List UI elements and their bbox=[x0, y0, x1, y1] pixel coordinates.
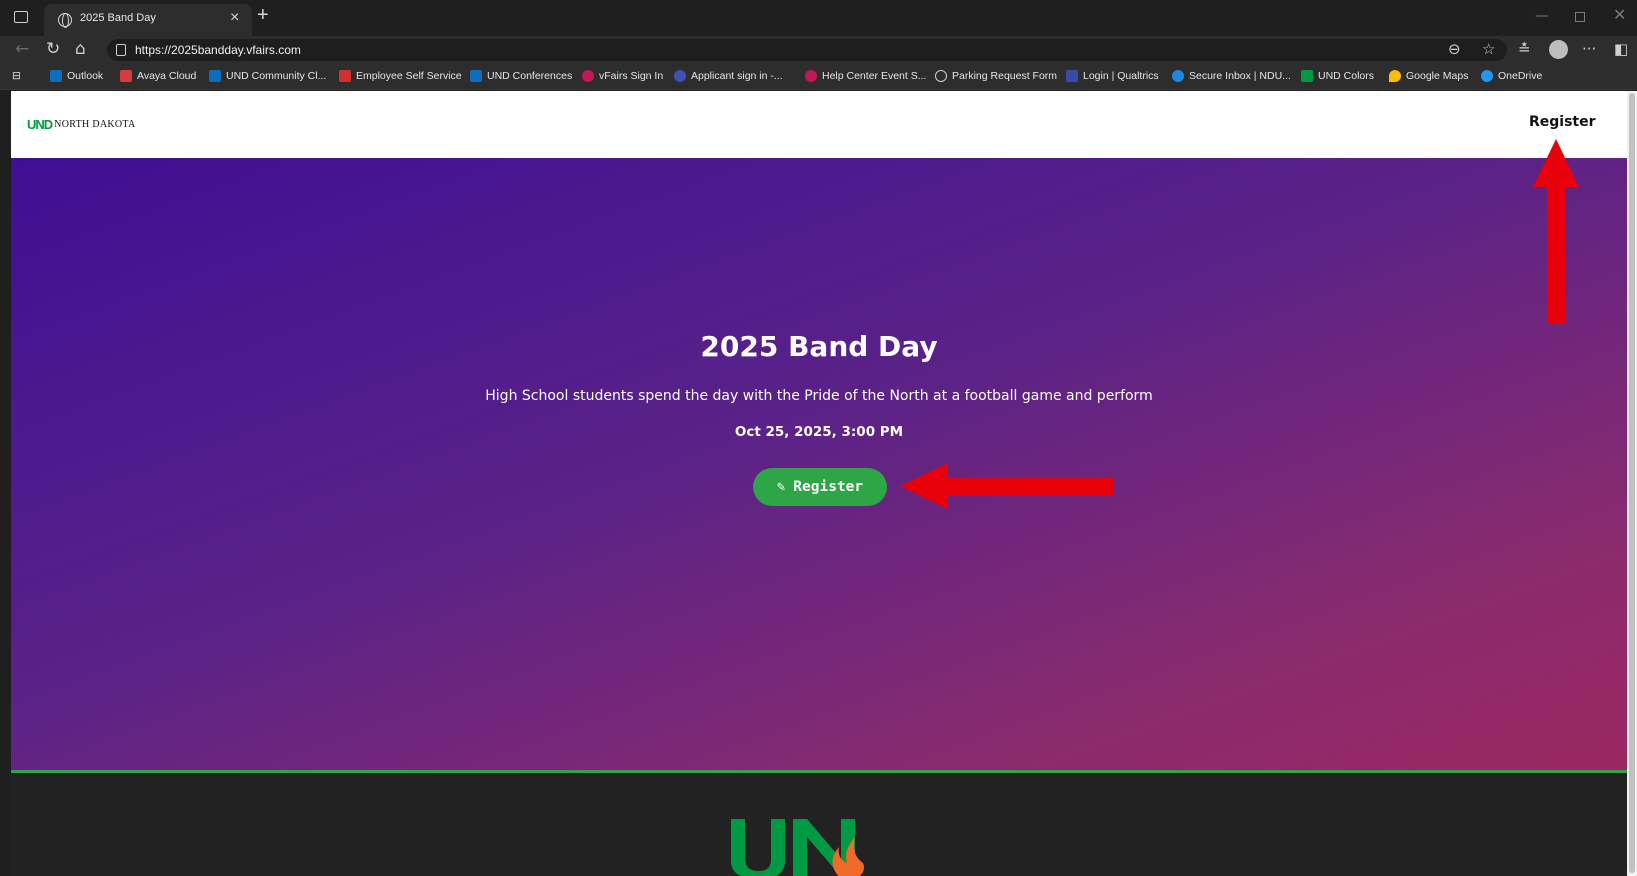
bookmark-outlook[interactable]: Outlook bbox=[50, 70, 103, 82]
web-page: UND NORTH DAKOTA Register 2025 Band Day … bbox=[11, 91, 1627, 876]
tab-title: 2025 Band Day bbox=[80, 12, 156, 24]
bookmark-applicant-sign-in[interactable]: Applicant sign in -... bbox=[674, 70, 783, 82]
more-options-icon[interactable]: ⊖ bbox=[1448, 40, 1461, 58]
maximize-icon[interactable] bbox=[1575, 12, 1585, 22]
logo-mark: UND bbox=[27, 117, 53, 132]
bookmark-parking-request[interactable]: Parking Request Form bbox=[935, 70, 1057, 82]
close-tab-icon[interactable]: × bbox=[230, 9, 239, 27]
window-close-icon[interactable]: ✕ bbox=[1613, 5, 1626, 25]
bookmark-secure-inbox[interactable]: Secure Inbox | NDU... bbox=[1172, 70, 1291, 82]
event-description: High School students spend the day with … bbox=[485, 388, 1153, 404]
url-bar[interactable]: https://2025bandday.vfairs.com bbox=[107, 39, 1507, 61]
browser-tab-active[interactable]: 2025 Band Day × bbox=[44, 4, 252, 36]
minimize-icon[interactable]: — bbox=[1535, 8, 1549, 24]
globe-icon bbox=[58, 13, 72, 28]
reading-list-icon[interactable]: ⊟ bbox=[12, 70, 21, 82]
hero-register-button[interactable]: ✎ Register bbox=[753, 468, 887, 506]
bookmark-help-center[interactable]: Help Center Event S... bbox=[805, 70, 926, 82]
browser-tab-bar: 2025 Band Day × + — ✕ bbox=[0, 0, 1637, 36]
tab-actions-icon[interactable] bbox=[14, 11, 28, 23]
page-scrollbar[interactable] bbox=[1627, 91, 1637, 876]
bookmark-und-colors[interactable]: UND Colors bbox=[1301, 70, 1374, 82]
bookmark-vfairs-sign-in[interactable]: vFairs Sign In bbox=[582, 70, 663, 82]
bookmark-employee-self-service[interactable]: Employee Self Service bbox=[339, 70, 462, 82]
logo-text: NORTH DAKOTA bbox=[54, 119, 136, 130]
hero-banner: 2025 Band Day High School students spend… bbox=[11, 158, 1627, 770]
bookmark-qualtrics[interactable]: Login | Qualtrics bbox=[1066, 70, 1159, 82]
pencil-icon: ✎ bbox=[776, 479, 786, 495]
hero-register-label: Register bbox=[793, 479, 864, 495]
und-footer-logo bbox=[731, 819, 864, 876]
site-header: UND NORTH DAKOTA Register bbox=[11, 91, 1627, 158]
und-logo[interactable]: UND NORTH DAKOTA bbox=[27, 117, 136, 132]
url-text: https://2025bandday.vfairs.com bbox=[135, 43, 301, 57]
header-register-link[interactable]: Register bbox=[1529, 114, 1596, 130]
address-toolbar: ← ↻ ⌂ https://2025bandday.vfairs.com ⊖ ☆… bbox=[0, 36, 1637, 64]
sidebar-icon[interactable]: ◧ bbox=[1614, 40, 1628, 58]
new-tab-button[interactable]: + bbox=[257, 4, 269, 27]
event-date: Oct 25, 2025, 3:00 PM bbox=[734, 424, 904, 440]
annotation-arrow-up bbox=[1533, 139, 1579, 323]
refresh-icon[interactable]: ↻ bbox=[46, 39, 60, 59]
home-icon[interactable]: ⌂ bbox=[75, 39, 86, 59]
event-title: 2025 Band Day bbox=[700, 330, 938, 363]
scrollbar-thumb[interactable] bbox=[1629, 93, 1635, 873]
bookmark-onedrive[interactable]: OneDrive bbox=[1481, 70, 1542, 82]
bookmark-google-maps[interactable]: Google Maps bbox=[1389, 70, 1468, 82]
settings-more-icon[interactable]: ··· bbox=[1582, 40, 1596, 58]
bookmark-avaya-cloud[interactable]: Avaya Cloud bbox=[120, 70, 196, 82]
profile-avatar[interactable] bbox=[1549, 40, 1568, 59]
bookmark-und-conferences[interactable]: UND Conferences bbox=[470, 70, 572, 82]
annotation-arrow-left bbox=[900, 463, 1113, 509]
bookmark-und-community[interactable]: UND Community Cl... bbox=[209, 70, 326, 82]
favorite-star-icon[interactable]: ☆ bbox=[1482, 40, 1495, 58]
lock-icon bbox=[116, 44, 126, 56]
back-icon[interactable]: ← bbox=[15, 39, 29, 59]
bookmarks-bar: ⊟ Outlook Avaya Cloud UND Community Cl..… bbox=[0, 64, 1637, 90]
site-footer bbox=[11, 770, 1627, 876]
favorites-list-icon[interactable]: ≛ bbox=[1518, 40, 1531, 58]
